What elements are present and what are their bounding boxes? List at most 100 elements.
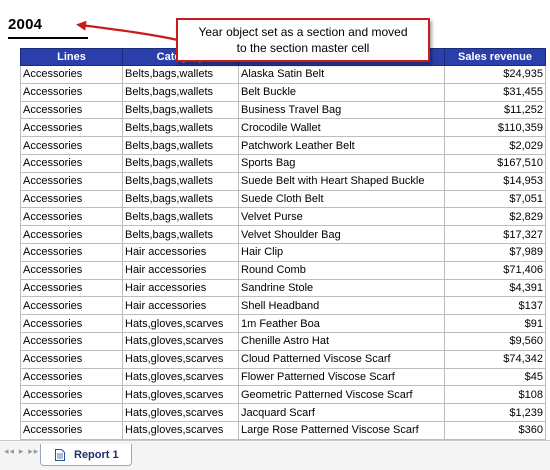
- cell-product: Round Comb: [238, 260, 445, 280]
- table-row[interactable]: Accessories Belts,bags,wallets Velvet Shou…: [20, 225, 546, 244]
- cell-lines: Accessories: [20, 171, 123, 191]
- cell-lines: Accessories: [20, 385, 123, 405]
- cell-lines: Accessories: [20, 367, 123, 387]
- cell-product: Suede Cloth Belt: [238, 189, 445, 209]
- section-year-title[interactable]: 2004: [8, 16, 42, 33]
- cell-sales-revenue: $1,239: [444, 403, 546, 422]
- table-row[interactable]: Accessories Hair accessories Round Comb $71…: [20, 260, 546, 280]
- cell-lines: Accessories: [20, 118, 123, 138]
- cell-lines: Accessories: [20, 153, 123, 173]
- cell-product: Suede Belt with Heart Shaped Buckle: [238, 171, 445, 191]
- cell-category: Hats,gloves,scarves: [122, 331, 239, 351]
- cell-sales-revenue: $2,829: [444, 207, 546, 227]
- cell-product: Cloud Patterned Viscose Scarf: [238, 349, 445, 369]
- cell-lines: Accessories: [20, 242, 123, 262]
- callout-line-2: to the section master cell: [236, 41, 370, 55]
- table-row[interactable]: Accessories Hats,gloves,scarves Geometric …: [20, 385, 546, 405]
- cell-sales-revenue: $7,051: [444, 189, 546, 209]
- cell-product: Sandrine Stole: [238, 278, 445, 298]
- cell-sales-revenue: $14,953: [444, 171, 546, 191]
- table-row[interactable]: Accessories Hats,gloves,scarves Cloud Patt…: [20, 349, 546, 369]
- table-row[interactable]: Accessories Hats,gloves,scarves Large Rose…: [20, 420, 546, 440]
- cell-category: Hats,gloves,scarves: [122, 314, 239, 333]
- cell-lines: Accessories: [20, 189, 123, 209]
- table-row[interactable]: Accessories Belts,bags,wallets Patchwork L…: [20, 136, 546, 155]
- cell-category: Belts,bags,wallets: [122, 118, 239, 138]
- cell-product: Chenille Astro Hat: [238, 331, 445, 351]
- cell-lines: Accessories: [20, 296, 123, 316]
- table-row[interactable]: Accessories Hair accessories Sandrine Stol…: [20, 278, 546, 298]
- annotation-callout: Year object set as a section and moved t…: [176, 18, 430, 62]
- cell-sales-revenue: $31,455: [444, 82, 546, 102]
- report-table: Lines Category Product Sales revenue Acc…: [20, 48, 546, 458]
- cell-lines: Accessories: [20, 207, 123, 227]
- cell-product: 1m Feather Boa: [238, 314, 445, 333]
- cell-lines: Accessories: [20, 136, 123, 155]
- cell-sales-revenue: $24,935: [444, 65, 546, 84]
- cell-product: Velvet Purse: [238, 207, 445, 227]
- report-table-container: Lines Category Product Sales revenue Acc…: [20, 48, 546, 458]
- table-row[interactable]: Accessories Belts,bags,wallets Suede Belt …: [20, 171, 546, 191]
- cell-category: Belts,bags,wallets: [122, 100, 239, 120]
- table-row[interactable]: Accessories Hair accessories Hair Clip $7,9…: [20, 242, 546, 262]
- cell-sales-revenue: $9,560: [444, 331, 546, 351]
- cell-lines: Accessories: [20, 349, 123, 369]
- cell-category: Belts,bags,wallets: [122, 136, 239, 155]
- table-row[interactable]: Accessories Hats,gloves,scarves Flower Pat…: [20, 367, 546, 387]
- column-header-sales-revenue[interactable]: Sales revenue: [444, 48, 546, 66]
- cell-category: Hair accessories: [122, 296, 239, 316]
- cell-sales-revenue: $360: [444, 420, 546, 440]
- cell-product: Crocodile Wallet: [238, 118, 445, 138]
- report-canvas: 2004 Year object set as a section and mo…: [0, 0, 550, 470]
- cell-lines: Accessories: [20, 65, 123, 84]
- table-row[interactable]: Accessories Belts,bags,wallets Velvet Purs…: [20, 207, 546, 227]
- table-row[interactable]: Accessories Hats,gloves,scarves Jacquard S…: [20, 403, 546, 422]
- table-row[interactable]: Accessories Belts,bags,wallets Business Tr…: [20, 100, 546, 120]
- cell-lines: Accessories: [20, 82, 123, 102]
- report-tab-bar: ◂◂ ▸ ▸▸ Report 1: [0, 440, 550, 470]
- cell-product: Business Travel Bag: [238, 100, 445, 120]
- table-row[interactable]: Accessories Belts,bags,wallets Belt Buckle…: [20, 82, 546, 102]
- cell-category: Belts,bags,wallets: [122, 225, 239, 244]
- cell-category: Belts,bags,wallets: [122, 171, 239, 191]
- cell-category: Hats,gloves,scarves: [122, 403, 239, 422]
- report-document-icon: [55, 449, 65, 461]
- tab-report-1[interactable]: Report 1: [40, 444, 132, 466]
- cell-lines: Accessories: [20, 260, 123, 280]
- cell-sales-revenue: $74,342: [444, 349, 546, 369]
- cell-category: Belts,bags,wallets: [122, 207, 239, 227]
- cell-lines: Accessories: [20, 314, 123, 333]
- cell-lines: Accessories: [20, 278, 123, 298]
- cell-sales-revenue: $137: [444, 296, 546, 316]
- cell-category: Hats,gloves,scarves: [122, 367, 239, 387]
- cell-sales-revenue: $4,391: [444, 278, 546, 298]
- table-row[interactable]: Accessories Belts,bags,wallets Crocodile W…: [20, 118, 546, 138]
- cell-sales-revenue: $7,989: [444, 242, 546, 262]
- tab-nav-arrows[interactable]: ◂◂ ▸ ▸▸: [4, 447, 39, 457]
- cell-product: Sports Bag: [238, 153, 445, 173]
- cell-lines: Accessories: [20, 420, 123, 440]
- cell-sales-revenue: $110,359: [444, 118, 546, 138]
- table-row[interactable]: Accessories Belts,bags,wallets Alaska Sati…: [20, 65, 546, 84]
- cell-category: Hair accessories: [122, 278, 239, 298]
- cell-sales-revenue: $2,029: [444, 136, 546, 155]
- table-row[interactable]: Accessories Belts,bags,wallets Sports Bag $…: [20, 153, 546, 173]
- section-title-underline: [8, 37, 88, 39]
- cell-lines: Accessories: [20, 225, 123, 244]
- cell-category: Hats,gloves,scarves: [122, 349, 239, 369]
- table-row[interactable]: Accessories Belts,bags,wallets Suede Cloth…: [20, 189, 546, 209]
- tab-report-1-label: Report 1: [74, 449, 119, 461]
- cell-product: Geometric Patterned Viscose Scarf: [238, 385, 445, 405]
- table-row[interactable]: Accessories Hats,gloves,scarves Chenille A…: [20, 331, 546, 351]
- column-header-lines[interactable]: Lines: [20, 48, 123, 66]
- cell-product: Jacquard Scarf: [238, 403, 445, 422]
- table-row[interactable]: Accessories Hair accessories Shell Headban…: [20, 296, 546, 316]
- cell-product: Hair Clip: [238, 242, 445, 262]
- cell-lines: Accessories: [20, 331, 123, 351]
- cell-sales-revenue: $108: [444, 385, 546, 405]
- cell-sales-revenue: $17,327: [444, 225, 546, 244]
- cell-category: Belts,bags,wallets: [122, 65, 239, 84]
- cell-category: Hats,gloves,scarves: [122, 385, 239, 405]
- table-row[interactable]: Accessories Hats,gloves,scarves 1m Feather…: [20, 314, 546, 333]
- cell-product: Patchwork Leather Belt: [238, 136, 445, 155]
